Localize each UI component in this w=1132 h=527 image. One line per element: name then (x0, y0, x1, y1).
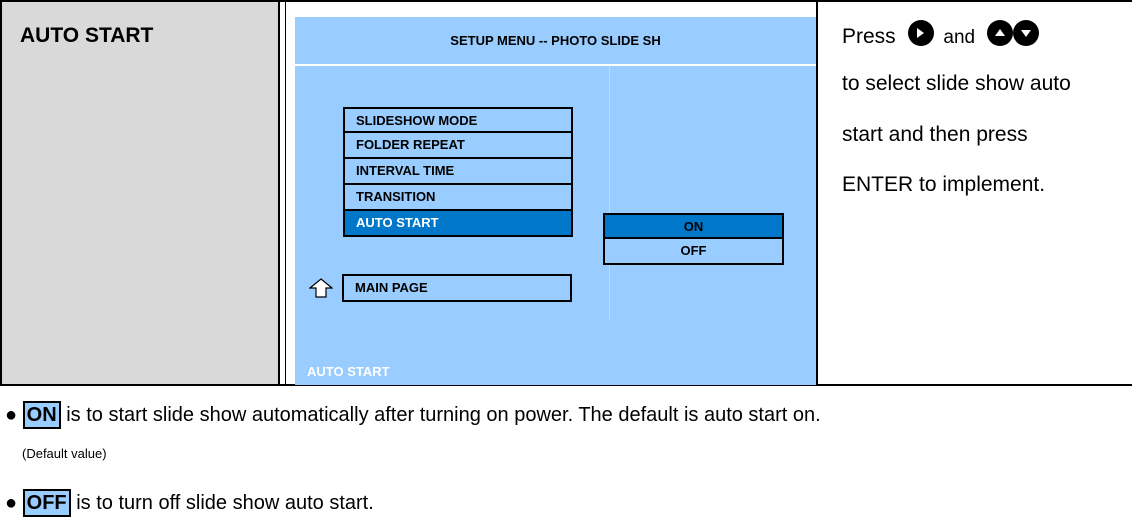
instruction-line-3: start and then press (842, 123, 1028, 146)
up-arrow-button-icon (986, 20, 1013, 46)
menu-item-folder-repeat[interactable]: FOLDER REPEAT (343, 133, 573, 159)
bullet: ● (5, 492, 18, 514)
screen-header: SETUP MENU -- PHOTO SLIDE SH (295, 17, 816, 66)
menu-item-slideshow-mode[interactable]: SLIDESHOW MODE (343, 107, 573, 133)
option-on[interactable]: ON (603, 213, 784, 239)
menu-item-auto-start[interactable]: AUTO START (343, 211, 573, 237)
note-off: ● OFF is to turn off slide show auto sta… (5, 489, 374, 517)
screen-footer-label: AUTO START (307, 364, 390, 379)
instruction-line-1: Press and (842, 20, 1039, 49)
table-border-col2 (816, 0, 818, 386)
default-value-note: (Default value) (22, 446, 107, 461)
table-border-col1 (278, 0, 280, 386)
up-arrow-icon[interactable] (309, 278, 333, 298)
off-description: is to turn off slide show auto start. (76, 492, 374, 514)
left-cell: AUTO START (2, 2, 278, 384)
menu-item-transition[interactable]: TRANSITION (343, 185, 573, 211)
setup-menu-screen: SETUP MENU -- PHOTO SLIDE SH SLIDESHOW M… (295, 17, 816, 385)
note-on: ● ON is to start slide show automaticall… (5, 401, 821, 429)
and-text: and (943, 27, 976, 48)
on-keyword: ON (22, 401, 61, 429)
menu-panel-divider (609, 66, 610, 321)
right-arrow-button-icon (907, 20, 934, 46)
instruction-line-2: to select slide show auto (842, 72, 1071, 95)
off-keyword: OFF (22, 489, 71, 517)
screen-title: SETUP MENU -- PHOTO SLIDE SH (450, 33, 661, 48)
option-off[interactable]: OFF (603, 239, 784, 265)
main-page-button[interactable]: MAIN PAGE (342, 274, 572, 302)
menu-item-interval-time[interactable]: INTERVAL TIME (343, 159, 573, 185)
table-border-col1b (285, 0, 286, 386)
on-description: is to start slide show automatically aft… (66, 404, 821, 426)
instruction-line-4: ENTER to implement. (842, 173, 1046, 196)
bullet: ● (5, 404, 18, 426)
instruction-table: AUTO START SETUP MENU -- PHOTO SLIDE SH … (0, 0, 1132, 527)
down-arrow-button-icon (1012, 20, 1039, 46)
section-title: AUTO START (20, 24, 154, 47)
press-text: Press (842, 25, 896, 48)
